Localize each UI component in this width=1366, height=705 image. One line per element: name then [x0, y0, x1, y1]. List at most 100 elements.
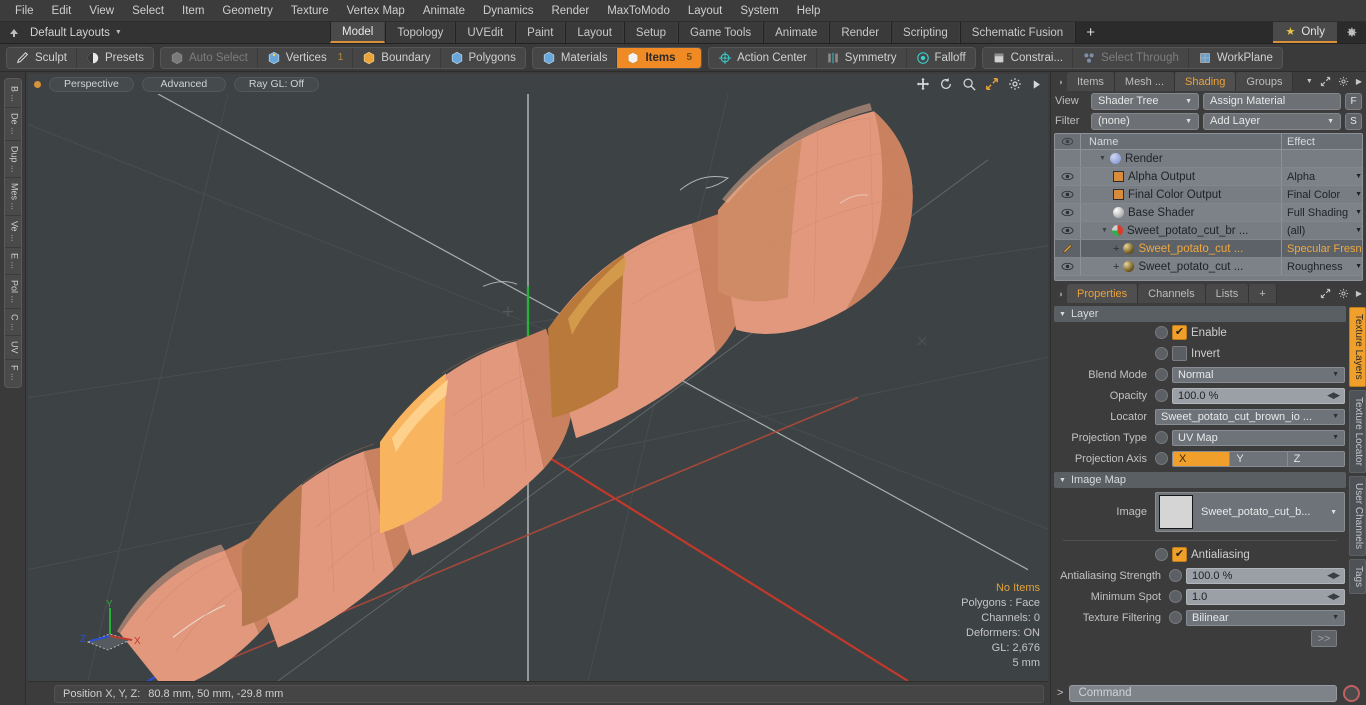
maximize-icon[interactable] [985, 77, 999, 91]
table-row[interactable]: + Sweet_potato_cut ... Specular Fresn... [1055, 240, 1362, 258]
tab-setup[interactable]: Setup [623, 22, 678, 43]
tab-render[interactable]: Render [829, 22, 892, 43]
rail-item-polygon[interactable]: Pol ... [4, 275, 21, 309]
assign-material-button[interactable]: Assign Material [1203, 92, 1341, 110]
table-row[interactable]: Base Shader Full Shading ▼ [1055, 204, 1362, 222]
maximize-icon[interactable] [1320, 288, 1331, 299]
menu-item-system[interactable]: System [731, 3, 787, 19]
row-effect-cell[interactable]: Roughness ▼ [1282, 261, 1362, 273]
toolbar-button-polygons[interactable]: Polygons [440, 47, 525, 68]
minimum-spot-input[interactable]: 1.0 ◀▶ [1186, 588, 1345, 605]
chevron-down-icon[interactable]: ▼ [1306, 78, 1313, 85]
menu-item-edit[interactable]: Edit [43, 3, 81, 19]
vtab-user-channels[interactable]: User Channels [1349, 475, 1366, 556]
filter-dropdown[interactable]: (none) ▼ [1091, 112, 1199, 130]
toolbar-button-falloff[interactable]: Falloff [906, 47, 975, 68]
blend-mode-knob[interactable] [1155, 368, 1168, 381]
table-row[interactable]: Final Color Output Final Color ▼ [1055, 186, 1362, 204]
tab-channels[interactable]: Channels [1138, 284, 1206, 303]
expand-plus-icon[interactable]: + [1113, 243, 1119, 255]
texture-filtering-dropdown[interactable]: Bilinear ▼ [1186, 609, 1345, 626]
projection-axis-x[interactable]: X [1173, 451, 1231, 466]
row-brush-toggle[interactable] [1055, 240, 1081, 257]
rail-item-curve[interactable]: C ... [4, 309, 21, 337]
menu-item-geometry[interactable]: Geometry [213, 3, 282, 19]
minimum-spot-knob[interactable] [1169, 590, 1182, 603]
invert-checkbox[interactable] [1172, 346, 1187, 361]
image-selector[interactable]: Sweet_potato_cut_b... ▼ [1155, 492, 1345, 532]
row-effect-cell[interactable]: Alpha ▼ [1282, 171, 1362, 183]
table-row[interactable]: + Sweet_potato_cut ... Roughness ▼ [1055, 258, 1362, 276]
row-effect-cell[interactable]: Full Shading ▼ [1282, 207, 1362, 219]
blend-mode-dropdown[interactable]: Normal ▼ [1172, 366, 1345, 383]
menu-item-render[interactable]: Render [542, 3, 598, 19]
row-visibility-toggle[interactable] [1055, 204, 1081, 221]
toolbar-button-vertices[interactable]: Vertices 1 [257, 47, 354, 68]
projection-axis-z[interactable]: Z [1287, 451, 1344, 466]
viewport-projection-selector[interactable]: Perspective [49, 76, 134, 92]
row-visibility-toggle[interactable] [1055, 222, 1081, 239]
tab-model[interactable]: Model [330, 22, 386, 43]
layer-group-header[interactable]: ▼ Layer [1054, 306, 1346, 322]
tab-uvedit[interactable]: UVEdit [455, 22, 516, 43]
tab-lists[interactable]: Lists [1205, 284, 1250, 303]
tab-game-tools[interactable]: Game Tools [677, 22, 764, 43]
rail-item-basic[interactable]: B ... [4, 81, 21, 109]
expand-triangle-icon[interactable]: ▼ [1099, 155, 1106, 162]
tab-animate[interactable]: Animate [763, 22, 830, 43]
play-icon[interactable]: ▶ [1356, 77, 1362, 86]
rail-item-mesh[interactable]: Mes ... [4, 178, 21, 217]
panel-tab-items[interactable]: Items [1067, 72, 1115, 91]
properties-menu-dot-icon[interactable]: ◗ [1055, 284, 1067, 303]
command-input[interactable]: Command [1069, 684, 1337, 702]
tab-scripting[interactable]: Scripting [891, 22, 960, 43]
viewport-shading-selector[interactable]: Advanced [141, 76, 226, 92]
add-tab-button[interactable]: + [1075, 22, 1105, 43]
view-dropdown[interactable]: Shader Tree ▼ [1091, 92, 1199, 110]
spinner-icon[interactable]: ◀▶ [1327, 390, 1340, 401]
rail-item-duplicate[interactable]: Dup ... [4, 141, 21, 179]
toolbar-button-sculpt[interactable]: Sculpt [7, 47, 77, 68]
default-layouts-dropdown[interactable]: Default Layouts ▼ [22, 27, 130, 39]
toolbar-button-boundary[interactable]: Boundary [353, 47, 441, 68]
maximize-icon[interactable] [1320, 76, 1331, 87]
projection-axis-y[interactable]: Y [1230, 451, 1288, 466]
texture-filtering-knob[interactable] [1169, 611, 1182, 624]
table-row[interactable]: ▼ Render [1055, 150, 1362, 168]
play-icon[interactable] [1031, 79, 1042, 90]
locator-dropdown[interactable]: Sweet_potato_cut_brown_io ... ▼ [1155, 408, 1345, 425]
toolbar-button-select-through[interactable]: Select Through [1073, 47, 1189, 68]
menu-item-vertex-map[interactable]: Vertex Map [338, 3, 414, 19]
collapse-arrow-icon[interactable] [6, 25, 22, 41]
row-visibility-toggle[interactable] [1055, 258, 1081, 275]
invert-knob[interactable] [1155, 347, 1168, 360]
rail-item-edge[interactable]: E ... [4, 248, 21, 275]
menu-item-select[interactable]: Select [123, 3, 173, 19]
tab-schematic-fusion[interactable]: Schematic Fusion [959, 22, 1076, 43]
row-visibility-toggle[interactable] [1055, 150, 1081, 167]
row-visibility-toggle[interactable] [1055, 186, 1081, 203]
table-row[interactable]: ▼ Sweet_potato_cut_br ... (all) ▼ [1055, 222, 1362, 240]
gear-icon[interactable] [1338, 76, 1349, 87]
antialiasing-checkbox[interactable]: ✔ [1172, 547, 1187, 562]
filter-s-button[interactable]: S [1345, 112, 1362, 130]
spinner-icon[interactable]: ◀▶ [1327, 570, 1340, 581]
enable-checkbox[interactable]: ✔ [1172, 325, 1187, 340]
panel-tab-mesh[interactable]: Mesh ... [1114, 72, 1176, 91]
tab-properties[interactable]: Properties [1067, 284, 1139, 303]
zoom-icon[interactable] [962, 77, 976, 91]
projection-type-knob[interactable] [1155, 431, 1168, 444]
projection-type-dropdown[interactable]: UV Map ▼ [1172, 429, 1345, 446]
toolbar-button-materials[interactable]: Materials [532, 47, 618, 68]
toolbar-button-action-center[interactable]: Action Center [709, 47, 817, 68]
layoutbar-gear-button[interactable] [1337, 22, 1366, 43]
move-icon[interactable] [916, 77, 930, 91]
rail-item-vertex[interactable]: Ve ... [4, 216, 21, 248]
toolbar-button-items[interactable]: Items 5 [617, 47, 702, 68]
tab-topology[interactable]: Topology [385, 22, 456, 43]
play-icon[interactable]: ▶ [1356, 289, 1362, 298]
antialiasing-knob[interactable] [1155, 548, 1168, 561]
image-map-group-header[interactable]: ▼ Image Map [1054, 472, 1346, 488]
add-layer-dropdown[interactable]: Add Layer ▼ [1203, 112, 1341, 130]
viewport-menu-dot-icon[interactable] [34, 80, 41, 88]
